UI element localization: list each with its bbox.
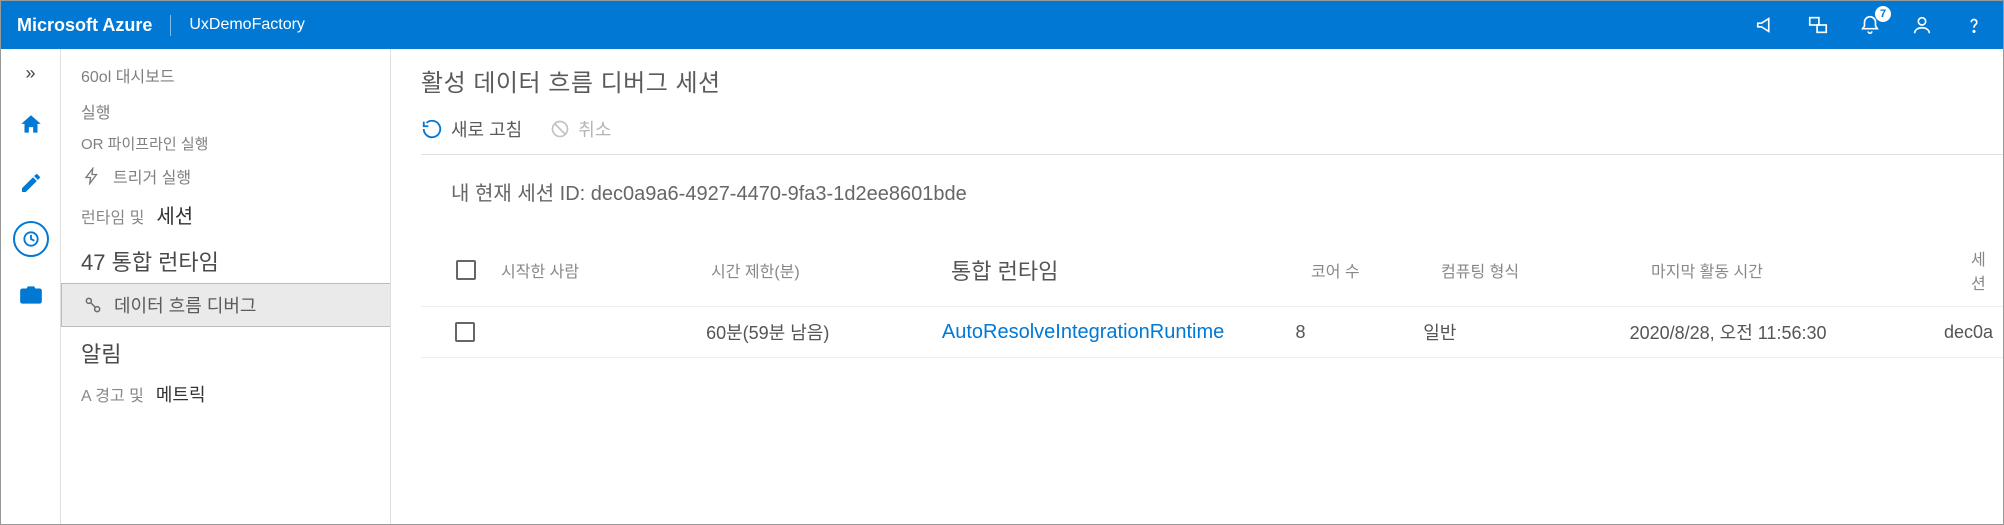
sessions-table: 시작한 사람 시간 제한(분) 통합 런타임 코어 수 컴퓨팅 형식 마지막 활… (421, 234, 2003, 358)
cell-session: dec0a (1944, 322, 1993, 343)
account-icon[interactable] (1909, 12, 1935, 38)
sidebar-item-dataflow-debug[interactable]: 데이터 흐름 디버그 (61, 283, 390, 327)
col-integration-runtime[interactable]: 통합 런타임 (951, 254, 1311, 286)
sidebar-item-alerts[interactable]: 알림 (61, 327, 390, 375)
author-icon[interactable] (11, 163, 51, 203)
help-icon[interactable] (1961, 12, 1987, 38)
metrics-label: 메트릭 (156, 381, 206, 407)
sidebar-item-integration-runtime[interactable]: 47 통합 런타임 (61, 235, 390, 283)
header-checkbox-cell (431, 260, 501, 280)
select-all-checkbox[interactable] (456, 260, 476, 280)
cancel-button: 취소 (550, 116, 611, 142)
sidebar-item-runtime[interactable]: 런타임 및 세션 (61, 194, 390, 235)
toolbar: 새로 고침 취소 (421, 116, 2003, 155)
refresh-label: 새로 고침 (451, 116, 522, 142)
cancel-label: 취소 (578, 116, 611, 142)
collapse-icon[interactable]: » (11, 59, 51, 87)
cell-compute-type: 일반 (1423, 319, 1629, 345)
page-title: 활성 데이터 흐름 디버그 세션 (421, 63, 2003, 98)
session-prefix: 내 현재 세션 ID: (451, 183, 591, 205)
sidebar-label: 트리거 실행 (113, 164, 191, 188)
trigger-icon (81, 167, 103, 185)
col-time-limit[interactable]: 시간 제한(분) (711, 258, 951, 282)
table-row[interactable]: 60분(59분 남음) AutoResolveIntegrationRuntim… (421, 307, 2003, 358)
monitor-icon[interactable] (13, 221, 49, 257)
col-last-activity[interactable]: 마지막 활동 시간 (1651, 258, 1971, 282)
nav-rail: » (1, 49, 61, 524)
manage-icon[interactable] (11, 275, 51, 315)
dataflow-icon (82, 295, 104, 315)
sidebar-item-warnings-metrics[interactable]: A 경고 및 메트릭 (61, 375, 390, 413)
table-header: 시작한 사람 시간 제한(분) 통합 런타임 코어 수 컴퓨팅 형식 마지막 활… (421, 234, 2003, 307)
topbar-actions: 7 (1753, 12, 1987, 38)
col-session[interactable]: 세션 (1971, 246, 1993, 294)
brand: Microsoft Azure (17, 15, 171, 36)
home-icon[interactable] (11, 105, 51, 145)
refresh-icon (421, 118, 443, 140)
session-label: 세션 (156, 200, 193, 229)
row-checkbox[interactable] (455, 322, 475, 342)
cancel-icon (550, 119, 570, 139)
cell-time-limit: 60분(59분 남음) (706, 319, 942, 345)
notifications-icon[interactable]: 7 (1857, 12, 1883, 38)
cell-integration-runtime[interactable]: AutoResolveIntegrationRuntime (942, 321, 1296, 344)
warnings-label: A 경고 및 (81, 382, 144, 406)
sidebar-item-run[interactable]: 실행 (61, 93, 390, 129)
cell-cores: 8 (1296, 322, 1424, 343)
sidebar-item-dashboard[interactable]: 60ol 대시보드 (61, 57, 390, 93)
refresh-button[interactable]: 새로 고침 (421, 116, 522, 142)
main-content: 활성 데이터 흐름 디버그 세션 새로 고침 취소 내 현재 세션 ID: de… (391, 49, 2003, 524)
sidebar-item-trigger-run[interactable]: 트리거 실행 (61, 158, 390, 194)
session-id: dec0a9a6-4927-4470-9fa3-1d2ee8601bde (591, 183, 967, 205)
row-checkbox-cell (431, 322, 500, 342)
announce-icon[interactable] (1753, 12, 1779, 38)
col-cores[interactable]: 코어 수 (1311, 258, 1441, 282)
col-started-by[interactable]: 시작한 사람 (501, 258, 711, 282)
feedback-icon[interactable] (1805, 12, 1831, 38)
top-bar: Microsoft Azure UxDemoFactory 7 (1, 1, 2003, 49)
workspace-name[interactable]: UxDemoFactory (171, 16, 305, 34)
sidebar-label: 데이터 흐름 디버그 (114, 292, 256, 318)
notification-badge: 7 (1875, 6, 1891, 22)
cell-last-activity: 2020/8/28, 오전 11:56:30 (1630, 319, 1944, 345)
sidebar: 60ol 대시보드 실행 OR 파이프라인 실행 트리거 실행 런타임 및 세션… (61, 49, 391, 524)
session-id-line: 내 현재 세션 ID: dec0a9a6-4927-4470-9fa3-1d2e… (451, 177, 2003, 206)
col-compute-type[interactable]: 컴퓨팅 형식 (1441, 258, 1651, 282)
runtime-label: 런타임 및 (81, 204, 144, 228)
sidebar-item-pipeline-run[interactable]: OR 파이프라인 실행 (61, 129, 390, 158)
